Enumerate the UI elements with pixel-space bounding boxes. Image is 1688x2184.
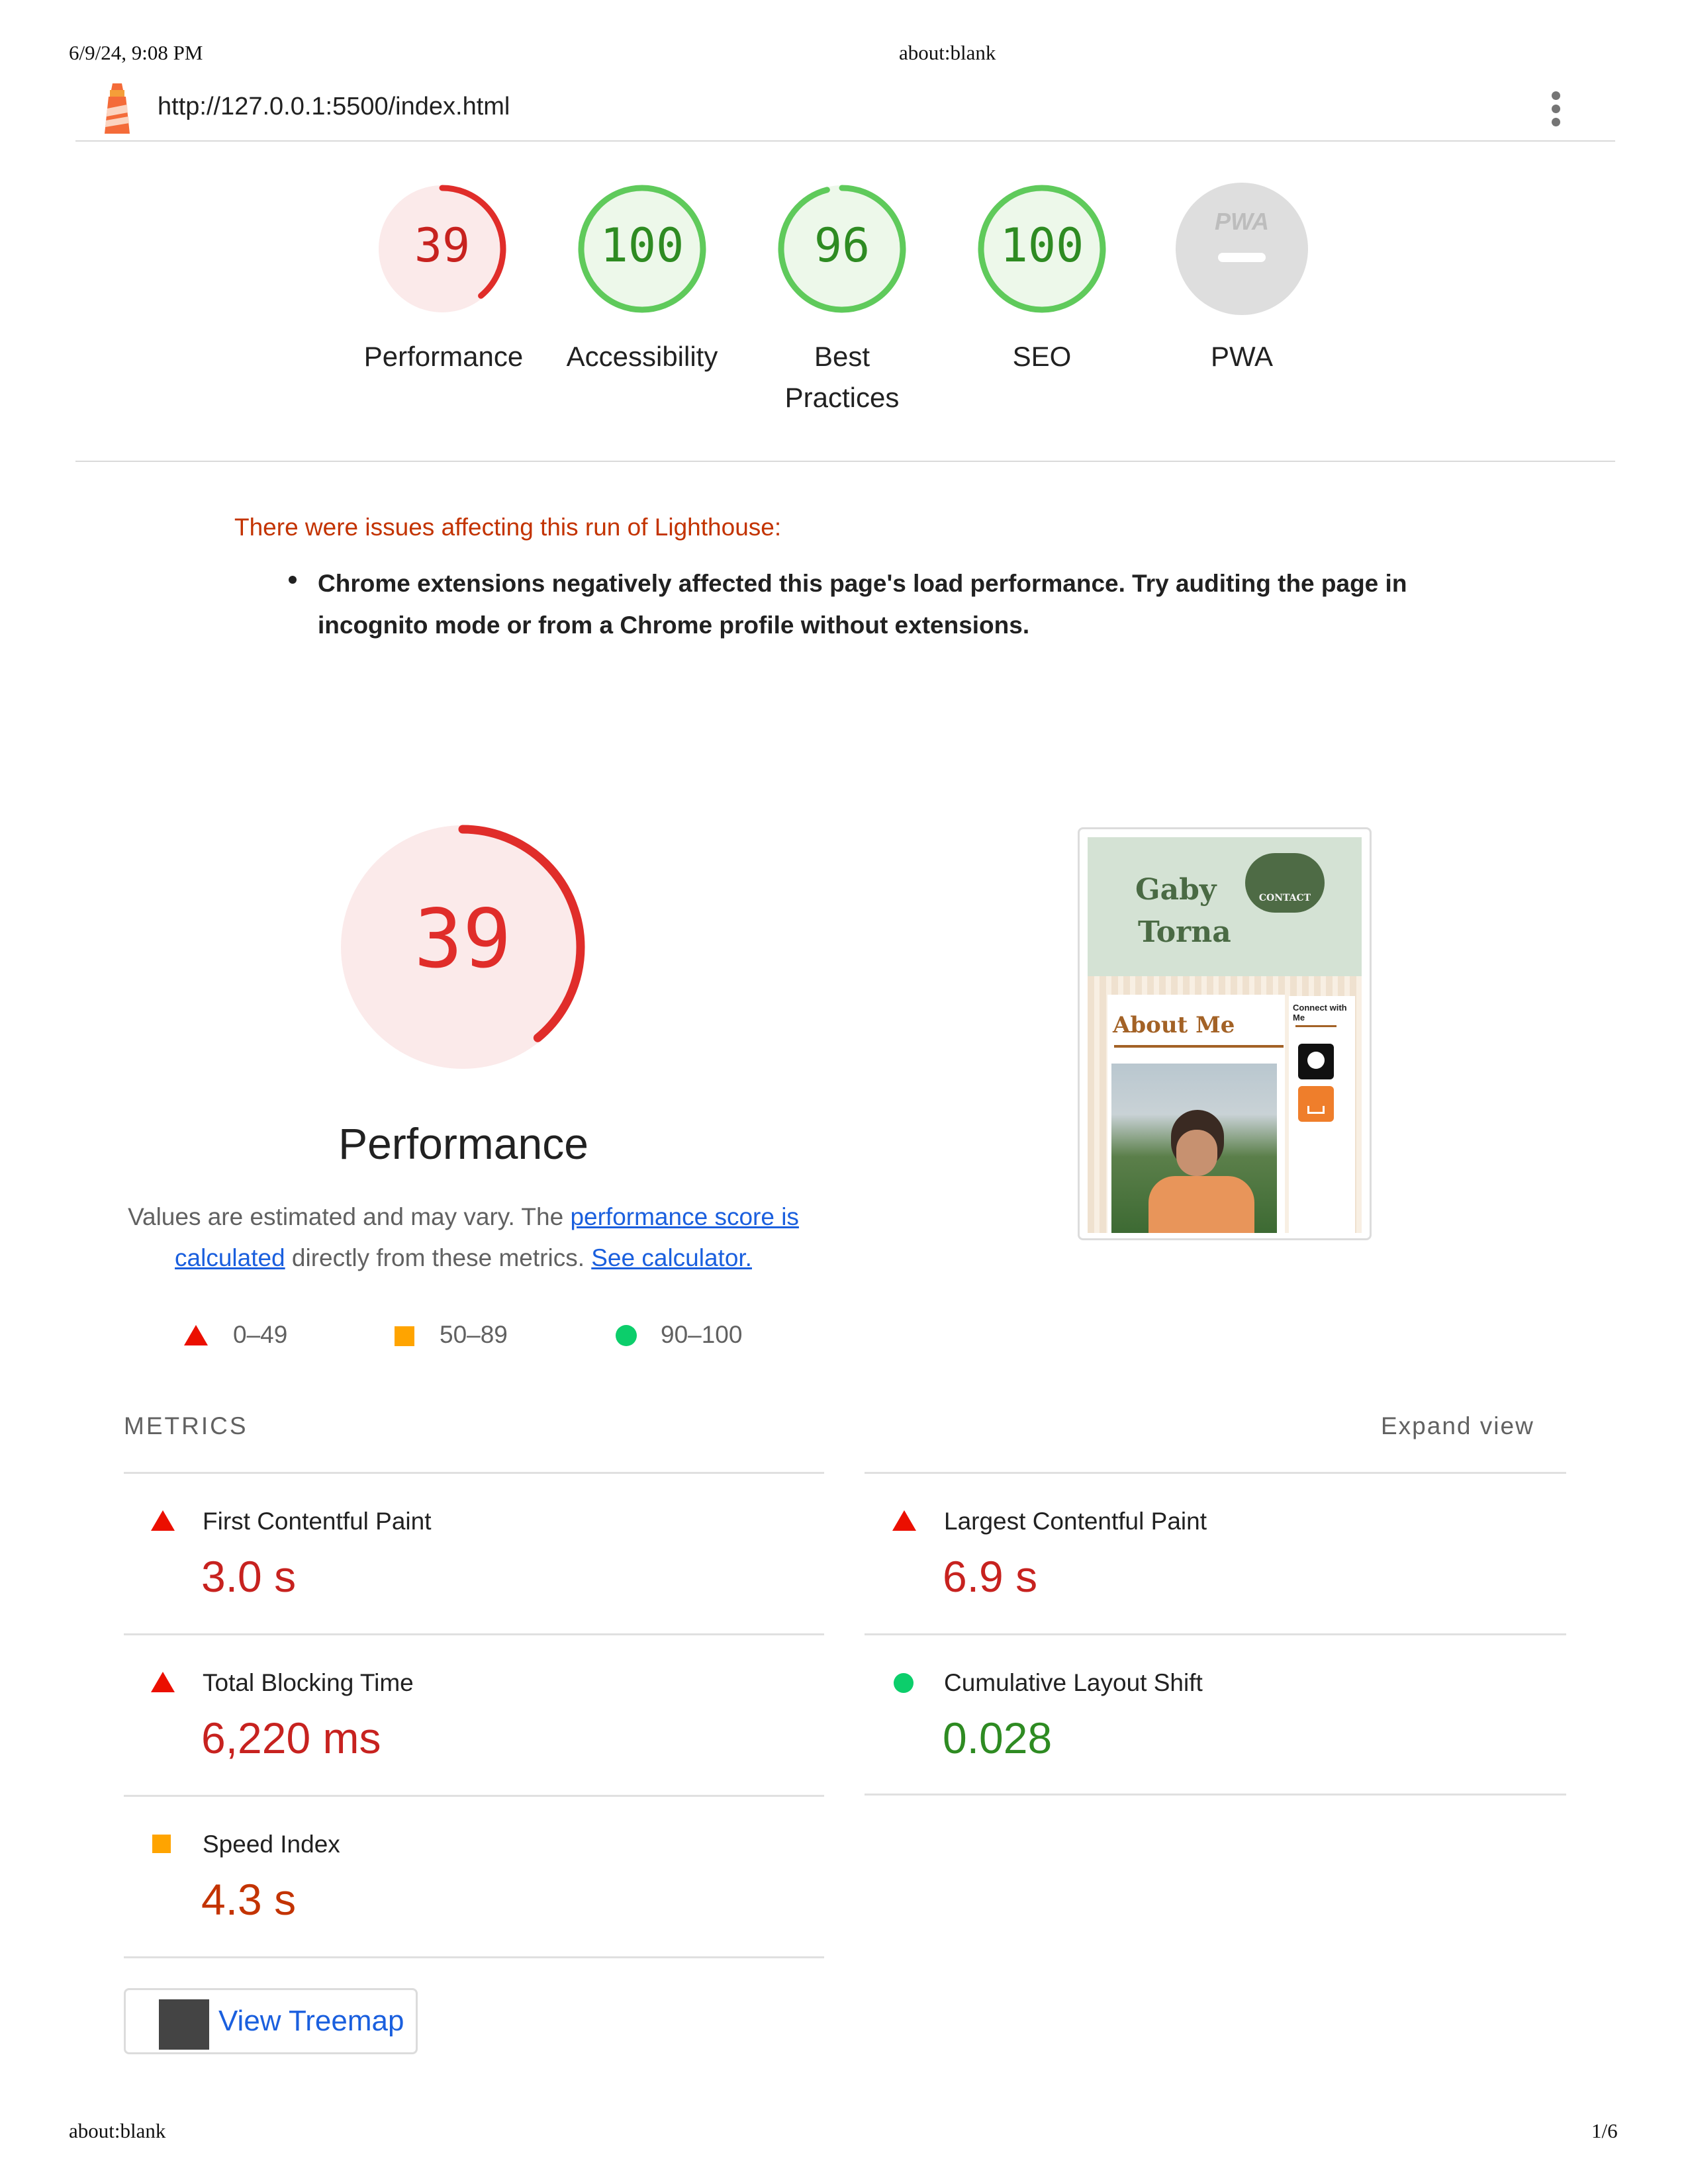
performance-score: 39 — [414, 892, 512, 986]
expand-view-toggle[interactable]: Expand view — [1381, 1412, 1534, 1440]
metric-value: 4.3 s — [201, 1875, 297, 1924]
screenshot-nav-label: CONTACT — [1258, 893, 1311, 903]
desc-prefix: Values are estimated and may vary. The — [128, 1203, 571, 1230]
connect-underline — [1295, 1025, 1336, 1027]
view-treemap-button[interactable]: View Treemap — [124, 1988, 418, 2054]
metric-label: Total Blocking Time — [203, 1669, 414, 1696]
metrics-header: METRICS — [124, 1412, 248, 1439]
metric-divider — [865, 1472, 1566, 1474]
gauge-accessibility[interactable]: 100 — [575, 181, 710, 320]
gauge-label: Accessibility — [566, 341, 718, 372]
metric-label: Cumulative Layout Shift — [944, 1669, 1203, 1696]
desc-mid: directly from these metrics. — [285, 1244, 592, 1271]
fail-triangle-icon — [151, 1672, 175, 1692]
gauge-score: 96 — [814, 218, 870, 273]
screenshot-about: About Me — [1113, 1012, 1235, 1038]
performance-gauge-large: 39 — [334, 818, 592, 1076]
pass-circle-icon — [894, 1673, 914, 1693]
topbar-divider — [75, 140, 1615, 142]
page-url[interactable]: http://127.0.0.1:5500/index.html — [158, 93, 510, 121]
pwa-badge-text: PWA — [1214, 208, 1269, 235]
gauge-pwa[interactable]: PWA — [1174, 181, 1309, 320]
gauge-label-line2: Practices — [784, 382, 900, 413]
gauges-divider — [75, 461, 1615, 462]
metric-divider — [124, 1795, 824, 1797]
gauge-best-practices[interactable]: 96 — [774, 181, 910, 320]
name-line2: Torna — [1138, 915, 1231, 949]
legend-pass: 90–100 — [661, 1321, 743, 1348]
legend-fail: 0–49 — [233, 1321, 288, 1348]
performance-title: Performance — [338, 1119, 588, 1168]
print-datetime: 6/9/24, 9:08 PM — [69, 41, 203, 64]
legend-average: 50–89 — [440, 1321, 508, 1348]
metric-divider — [124, 1472, 824, 1474]
kebab-menu-icon[interactable] — [1549, 91, 1562, 128]
warning-item: Chrome extensions negatively affected th… — [318, 570, 1407, 639]
print-title: about:blank — [899, 41, 996, 64]
print-footer-page: 1/6 — [1591, 2119, 1618, 2142]
warnings-title: There were issues affecting this run of … — [234, 514, 782, 541]
metric-value: 0.028 — [943, 1713, 1053, 1762]
screenshot-nav-bubble — [1245, 853, 1325, 913]
pass-circle-icon — [616, 1325, 637, 1346]
performance-description: Values are estimated and may vary. The p… — [119, 1197, 808, 1279]
metric-value: 3.0 s — [201, 1552, 297, 1601]
print-footer-url: about:blank — [69, 2119, 166, 2142]
metric-value: 6,220 ms — [201, 1713, 381, 1762]
screenshot-connect: Connect with Me — [1293, 1003, 1347, 1023]
metric-label: Speed Index — [203, 1831, 340, 1858]
gauge-score: 100 — [600, 218, 684, 273]
final-screenshot: Gaby Torna CONTACT About Me Connect with… — [1078, 827, 1372, 1240]
metric-value: 6.9 s — [943, 1552, 1038, 1601]
github-icon — [1298, 1044, 1334, 1079]
gauge-score: 39 — [414, 218, 471, 273]
pwa-badge-icon — [1176, 183, 1308, 315]
gauge-label: Best Practices — [743, 336, 941, 418]
gauge-label: SEO — [1012, 341, 1072, 372]
photo-face — [1176, 1130, 1217, 1176]
metric-label: First Contentful Paint — [203, 1508, 432, 1535]
lighthouse-icon — [98, 82, 136, 135]
treemap-icon — [159, 1999, 209, 2050]
see-calculator-link[interactable]: See calculator. — [591, 1244, 752, 1271]
photo-dress — [1149, 1176, 1254, 1233]
average-square-icon — [152, 1835, 171, 1853]
metric-label: Largest Contentful Paint — [944, 1508, 1207, 1535]
metric-divider — [865, 1633, 1566, 1635]
metric-divider — [124, 1633, 824, 1635]
gauge-performance[interactable]: 39 — [375, 181, 510, 320]
gauge-label: Performance — [363, 341, 524, 372]
about-underline — [1114, 1045, 1284, 1048]
metric-divider — [865, 1794, 1566, 1796]
name-line1: Gaby — [1135, 873, 1217, 907]
bullet — [289, 576, 297, 584]
gauge-seo[interactable]: 100 — [974, 181, 1109, 320]
gauge-label: PWA — [1210, 341, 1274, 372]
metric-divider — [124, 1956, 824, 1958]
screenshot-name: Gaby Torna — [1135, 869, 1231, 954]
fail-triangle-icon — [184, 1325, 208, 1345]
stackoverflow-icon — [1298, 1086, 1334, 1122]
fail-triangle-icon — [151, 1510, 175, 1531]
average-square-icon — [395, 1326, 414, 1346]
view-treemap-label: View Treemap — [218, 2005, 404, 2037]
gauge-label-line1: Best — [814, 341, 870, 372]
fail-triangle-icon — [892, 1510, 916, 1531]
gauge-score: 100 — [1000, 218, 1084, 273]
screenshot-photo — [1111, 1064, 1277, 1233]
